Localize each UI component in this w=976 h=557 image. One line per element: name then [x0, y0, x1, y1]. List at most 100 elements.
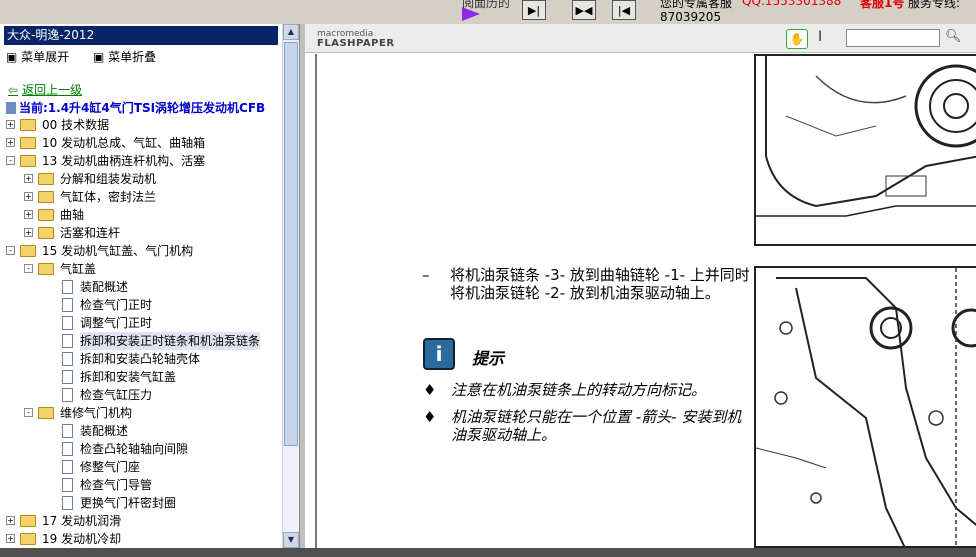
- instruction-text: 将机油泵链条 -3- 放到曲轴链轮 -1- 上并同时将机油泵链轮 -2- 放到机…: [450, 266, 750, 302]
- tree-leaf[interactable]: 更换气门杆密封圈: [0, 494, 282, 512]
- tree-node-label: 分解和组装发动机: [60, 172, 157, 186]
- tree-leaf[interactable]: 检查气缸压力: [0, 386, 282, 404]
- tree-node-label: 17 发动机润滑: [42, 514, 122, 528]
- document-icon: [62, 370, 73, 384]
- collapse-all-label: 菜单折叠: [108, 50, 157, 64]
- tree-leaf[interactable]: 检查气门导管: [0, 476, 282, 494]
- info-icon: i: [423, 338, 455, 370]
- note-bullet-text: 机油泵链轮只能在一个位置 -箭头- 安装到机油泵驱动轴上。: [451, 408, 742, 444]
- tree-node-label: 检查凸轮轴轴向间隙: [80, 442, 189, 456]
- search-icon[interactable]: 🔍︎: [945, 29, 962, 44]
- folder-icon: [38, 227, 54, 239]
- expand-icon[interactable]: +: [24, 174, 33, 183]
- tree-node-label: 拆卸和安装凸轮轴壳体: [80, 352, 201, 366]
- tree-folder[interactable]: + 活塞和连杆: [0, 224, 282, 242]
- tree-leaf[interactable]: 拆卸和安装正时链条和机油泵链条: [0, 332, 282, 350]
- tree-list: +00 技术数据 +10 发动机总成、气缸、曲轴箱 -13 发动机曲柄连杆机构、活塞…: [0, 116, 282, 548]
- tree-node-label: 调整气门正时: [80, 316, 153, 330]
- collapse-icon[interactable]: -: [6, 246, 15, 255]
- tree-folder[interactable]: - 13 发动机曲柄连杆机构、活塞: [0, 152, 282, 170]
- tree-folder[interactable]: +00 技术数据: [0, 116, 282, 134]
- scroll-thumb[interactable]: [284, 42, 298, 446]
- tree-node-label: 15 发动机气缸盖、气门机构: [42, 244, 194, 258]
- top-toolbar: 阅面历的 ▶| ▶◀ |◀ 您的专属客服 QQ:1553301388 客服1号 …: [0, 0, 976, 24]
- tree-folder[interactable]: +10 发动机总成、气缸、曲轴箱: [0, 134, 282, 152]
- folder-icon: [38, 191, 54, 203]
- search-input[interactable]: [846, 29, 940, 47]
- service-link[interactable]: 客服1号: [860, 0, 904, 11]
- fit-button[interactable]: ▶◀: [572, 0, 596, 20]
- document-icon: [62, 478, 73, 492]
- document-icon: [62, 334, 73, 348]
- document-icon: [62, 424, 73, 438]
- document-viewer: macromedia FLASHPAPER ✋ I 🔍︎ – 将机油泵链条 -3…: [305, 24, 976, 548]
- back-arrow-icon: ⇦: [8, 83, 19, 97]
- tree-folder[interactable]: + 气缸体，密封法兰: [0, 188, 282, 206]
- bottom-strip: [0, 548, 976, 557]
- tree-node-label: 气缸体，密封法兰: [60, 190, 157, 204]
- expand-icon[interactable]: +: [6, 534, 15, 543]
- expand-all-label: 菜单展开: [21, 50, 70, 64]
- back-link[interactable]: ⇦ 返回上一级: [8, 81, 82, 98]
- folder-icon: [20, 533, 36, 545]
- viewer-toolbar: macromedia FLASHPAPER ✋ I 🔍︎: [305, 24, 976, 53]
- purple-arrow-icon[interactable]: [462, 7, 480, 21]
- tree-folder[interactable]: - 15 发动机气缸盖、气门机构: [0, 242, 282, 260]
- folder-icon: [20, 515, 36, 527]
- step-back-icon: ▶|: [527, 3, 541, 17]
- tree-folder[interactable]: + 分解和组装发动机: [0, 170, 282, 188]
- expand-icon[interactable]: +: [24, 192, 33, 201]
- tree-leaf[interactable]: 检查气门正时: [0, 296, 282, 314]
- tree-leaf[interactable]: 拆卸和安装气缸盖: [0, 368, 282, 386]
- note-bullet-text: 注意在机油泵链条上的转动方向标记。: [451, 381, 707, 399]
- folder-icon: [38, 407, 54, 419]
- scroll-up-button[interactable]: ▲: [283, 24, 299, 40]
- expand-icon[interactable]: +: [6, 138, 15, 147]
- current-path: 当前:1.4升4缸4气门TSI涡轮增压发动机CFB: [6, 99, 265, 116]
- qq-link[interactable]: QQ:1553301388: [742, 0, 841, 8]
- step-forward-button[interactable]: |◀: [612, 0, 636, 20]
- step-back-button[interactable]: ▶|: [522, 0, 546, 20]
- tree-leaf[interactable]: 修整气门座: [0, 458, 282, 476]
- tree-leaf[interactable]: 装配概述: [0, 422, 282, 440]
- current-path-label: 当前:1.4升4缸4气门TSI涡轮增压发动机CFB: [19, 101, 266, 115]
- expand-icon[interactable]: +: [24, 228, 33, 237]
- scroll-down-button[interactable]: ▼: [283, 532, 299, 548]
- document-icon: [62, 388, 73, 402]
- collapse-icon[interactable]: -: [24, 264, 33, 273]
- step-forward-icon: |◀: [617, 3, 631, 17]
- tree-leaf[interactable]: 装配概述: [0, 278, 282, 296]
- tree-node-label: 修整气门座: [80, 460, 141, 474]
- tree-node-icon: [6, 102, 16, 114]
- collapse-all-button[interactable]: ▣ 菜单折叠: [93, 50, 166, 64]
- tree-actions: ▣ 菜单展开 ▣ 菜单折叠: [6, 48, 176, 65]
- tree-folder[interactable]: +17 发动机润滑: [0, 512, 282, 530]
- tree-node-label: 拆卸和安装正时链条和机油泵链条: [80, 332, 261, 350]
- text-select-icon[interactable]: I: [818, 29, 822, 45]
- collapse-icon[interactable]: -: [6, 156, 15, 165]
- tree-folder[interactable]: +19 发动机冷却: [0, 530, 282, 548]
- tree-scrollbar[interactable]: ▲ ▼: [282, 24, 299, 548]
- expand-icon[interactable]: +: [6, 516, 15, 525]
- document-icon: [62, 460, 73, 474]
- collapse-icon[interactable]: -: [24, 408, 33, 417]
- folder-icon: [20, 119, 36, 131]
- note-title: 提示: [472, 349, 505, 368]
- expand-all-button[interactable]: ▣ 菜单展开: [6, 50, 79, 64]
- tree-folder[interactable]: - 维修气门机构: [0, 404, 282, 422]
- back-label: 返回上一级: [22, 83, 83, 97]
- tree-node-label: 气缸盖: [60, 262, 97, 276]
- tree-node-label: 活塞和连杆: [60, 226, 121, 240]
- tree-folder[interactable]: - 气缸盖: [0, 260, 282, 278]
- tree-leaf[interactable]: 调整气门正时: [0, 314, 282, 332]
- tree-node-label: 检查气缸压力: [80, 388, 153, 402]
- expand-icon[interactable]: +: [24, 210, 33, 219]
- tree-leaf[interactable]: 拆卸和安装凸轮轴壳体: [0, 350, 282, 368]
- tree-folder[interactable]: + 曲轴: [0, 206, 282, 224]
- hand-tool-button[interactable]: ✋: [786, 29, 808, 49]
- dash-mark: –: [422, 266, 430, 284]
- tree-leaf[interactable]: 检查凸轮轴轴向间隙: [0, 440, 282, 458]
- tree-node-label: 19 发动机冷却: [42, 532, 122, 546]
- expand-icon[interactable]: +: [6, 120, 15, 129]
- hand-icon: ✋: [789, 32, 805, 46]
